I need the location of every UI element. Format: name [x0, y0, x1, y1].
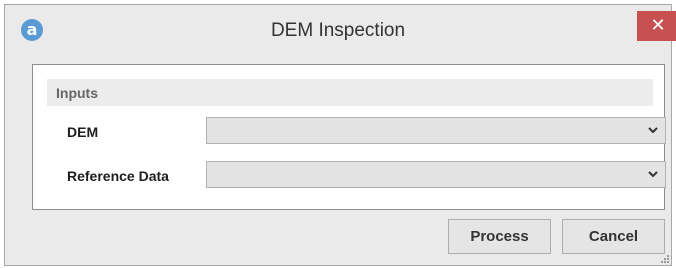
window-title: DEM Inspection [270, 20, 406, 41]
resize-grip-icon[interactable] [659, 253, 669, 263]
close-button[interactable]: ✕ [637, 11, 676, 41]
title-bar[interactable]: a DEM Inspection [5, 5, 671, 55]
inputs-panel: Inputs DEM Reference Data [32, 64, 666, 210]
inputs-header-label: Inputs [56, 85, 98, 101]
dem-dropdown[interactable] [206, 117, 666, 144]
process-button[interactable]: Process [448, 219, 551, 254]
close-icon: ✕ [650, 15, 666, 36]
chevron-down-icon [648, 127, 658, 134]
dialog-window: a DEM Inspection ✕ Inputs DEM Reference … [4, 4, 676, 266]
reference-data-dropdown[interactable] [206, 161, 666, 188]
inputs-group-header: Inputs [47, 79, 653, 106]
reference-data-label: Reference Data [67, 168, 169, 184]
chevron-down-icon [648, 171, 658, 178]
dem-label: DEM [67, 124, 99, 140]
cancel-button[interactable]: Cancel [562, 219, 665, 254]
